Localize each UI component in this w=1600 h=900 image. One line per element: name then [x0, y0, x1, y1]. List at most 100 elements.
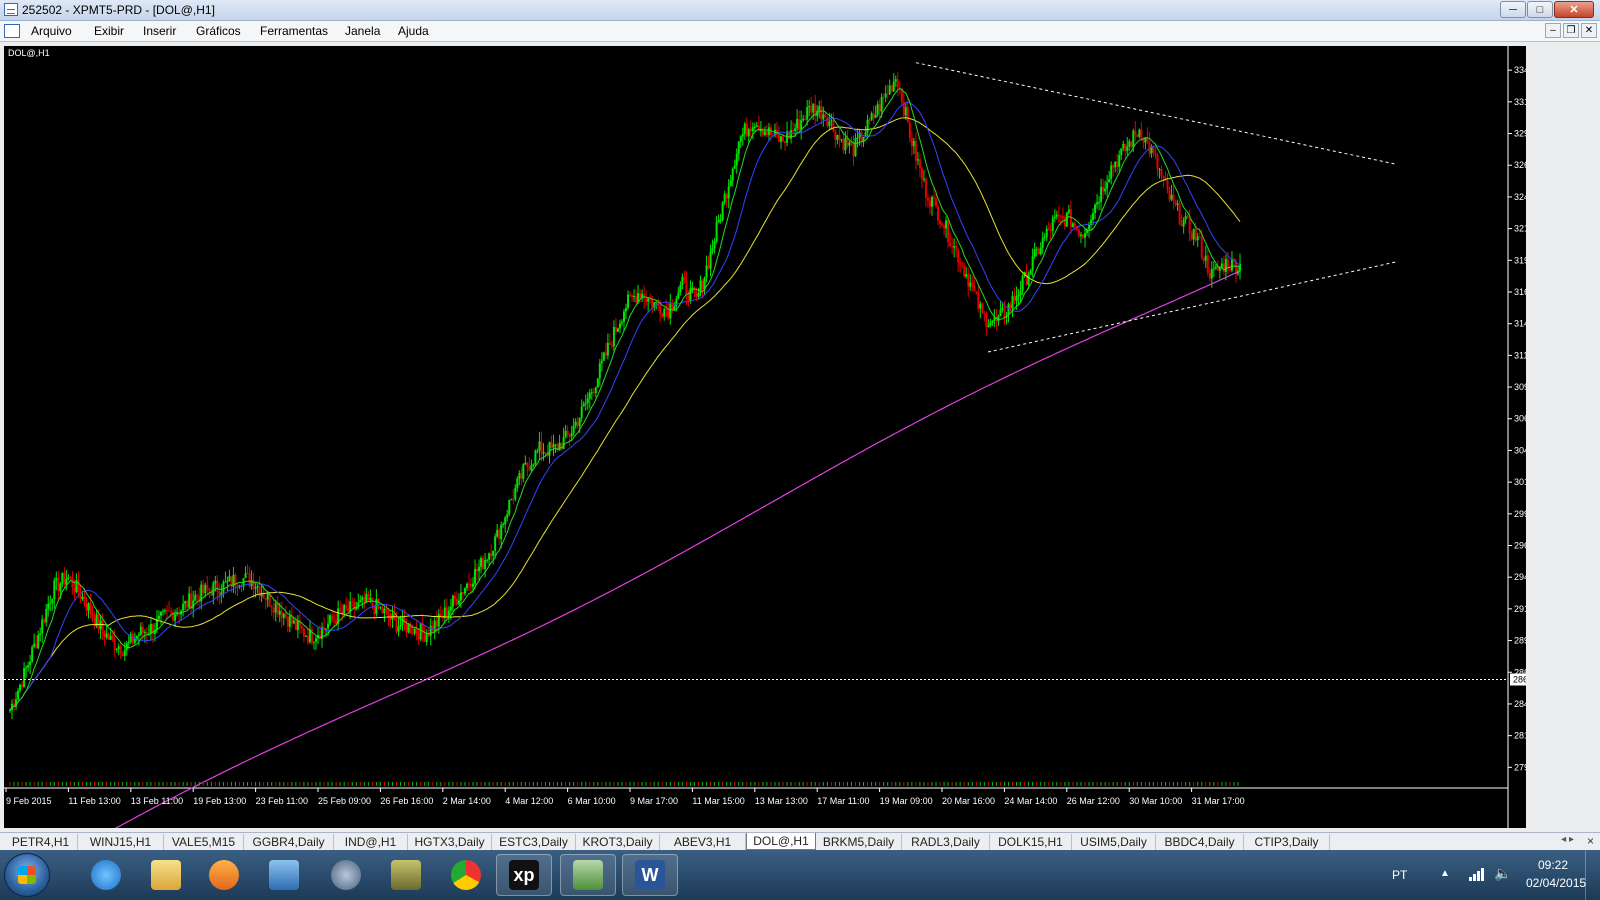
language-indicator[interactable]: PT — [1392, 868, 1407, 882]
candle-body — [445, 607, 448, 617]
candle-body — [751, 127, 754, 132]
mdi-restore-button[interactable]: ❐ — [1563, 23, 1579, 38]
chart-area[interactable]: 3344.106 3319.134 3294.162 3269.190 3244.218… — [4, 46, 1526, 828]
candle-body — [868, 119, 871, 121]
candle-body — [1168, 189, 1171, 200]
candle-body — [113, 638, 116, 650]
candle-body — [419, 623, 422, 640]
internet-explorer-icon[interactable] — [78, 854, 134, 896]
candle-body — [790, 129, 793, 139]
menu-janela[interactable]: Janela — [345, 24, 380, 38]
candle-body — [808, 105, 811, 108]
candle-body — [669, 303, 672, 319]
tab-item[interactable]: IND@,H1 — [334, 834, 408, 850]
candle-body — [1067, 209, 1070, 213]
tab-item[interactable]: PETR4,H1 — [4, 834, 78, 850]
tab-item[interactable]: BRKM5,Daily — [816, 834, 902, 850]
tab-item[interactable]: WINJ15,H1 — [78, 834, 164, 850]
candle-body — [433, 620, 436, 632]
candle-body — [999, 309, 1002, 316]
candle-body — [280, 610, 283, 618]
candle-body — [1051, 218, 1054, 231]
maximize-button[interactable]: □ — [1527, 1, 1553, 18]
candle-body — [943, 225, 946, 229]
candle-body — [1041, 237, 1044, 248]
hp-icon[interactable] — [318, 854, 374, 896]
title-bar[interactable]: 252502 - XPMT5-PRD - [DOL@,H1] ─ □ ✕ — [0, 0, 1600, 21]
candle-body — [341, 611, 344, 614]
candle-body — [453, 595, 456, 599]
menu-graficos[interactable]: Gráficos — [196, 24, 241, 38]
candle-body — [804, 118, 807, 120]
tab-item[interactable]: DOL@,H1 — [746, 833, 816, 850]
media-player-icon[interactable] — [196, 854, 252, 896]
candle-body — [73, 587, 76, 593]
candle-body — [800, 120, 803, 130]
tab-item[interactable]: DOLK15,H1 — [990, 834, 1072, 850]
metatrader-icon[interactable] — [560, 854, 616, 896]
network-signal-icon[interactable] — [1468, 867, 1486, 881]
menu-inserir[interactable]: Inserir — [143, 24, 176, 38]
candle-body — [824, 114, 827, 118]
candle-body — [802, 118, 805, 121]
symbol-label: DOL@,H1 — [8, 48, 50, 58]
clock-time[interactable]: 09:22 — [1538, 858, 1568, 872]
candle-body — [572, 425, 575, 434]
minimize-button[interactable]: ─ — [1500, 1, 1526, 18]
candle-body — [194, 594, 197, 601]
tab-item[interactable]: KROT3,Daily — [576, 834, 660, 850]
candle-body — [91, 614, 94, 618]
candle-body — [1176, 203, 1179, 205]
menu-exibir[interactable]: Exibir — [94, 24, 124, 38]
candle-body — [1142, 139, 1145, 143]
menu-ajuda[interactable]: Ajuda — [398, 24, 429, 38]
candle-body — [1152, 147, 1155, 153]
tab-item[interactable]: USIM5,Daily — [1072, 834, 1156, 850]
mdi-minimize-button[interactable]: – — [1545, 23, 1561, 38]
menu-arquivo[interactable]: Arquivo — [31, 24, 72, 38]
candle-body — [121, 653, 124, 656]
menu-ferramentas[interactable]: Ferramentas — [260, 24, 328, 38]
tab-item[interactable]: HGTX3,Daily — [408, 834, 492, 850]
file-explorer-icon[interactable] — [138, 854, 194, 896]
candle-body — [282, 613, 285, 618]
tab-item[interactable]: GGBR4,Daily — [244, 834, 334, 850]
chrome-icon[interactable] — [438, 854, 494, 896]
candle-body — [711, 248, 714, 252]
xp-app-icon[interactable]: xp — [496, 854, 552, 896]
tab-item[interactable]: BBDC4,Daily — [1156, 834, 1244, 850]
word-icon[interactable]: W — [622, 854, 678, 896]
tab-scroll-arrows[interactable]: ◂ ▸ — [1561, 834, 1574, 845]
ma-fast-line — [9, 88, 1240, 711]
show-desktop-button[interactable] — [1585, 850, 1600, 900]
mdi-close-button[interactable]: ✕ — [1581, 23, 1597, 38]
candle-body — [876, 104, 879, 115]
candle-body — [157, 615, 160, 620]
chart-window-icon[interactable] — [4, 24, 20, 38]
candle-body — [53, 580, 56, 600]
price-tick-label: 3119.358 — [1514, 350, 1526, 360]
candle-body — [604, 352, 607, 356]
network-app-icon[interactable] — [256, 854, 312, 896]
archive-icon[interactable] — [378, 854, 434, 896]
show-hidden-icons-icon[interactable]: ▲ — [1440, 868, 1450, 879]
tab-item[interactable]: RADL3,Daily — [902, 834, 990, 850]
start-button[interactable] — [4, 853, 50, 897]
close-button[interactable]: ✕ — [1554, 1, 1594, 18]
candle-body — [81, 596, 84, 600]
candle-body — [677, 292, 680, 299]
tab-item[interactable]: ESTC3,Daily — [492, 834, 576, 850]
candle-body — [85, 603, 88, 611]
candle-body — [709, 251, 712, 269]
candle-body — [566, 430, 569, 436]
clock-date[interactable]: 02/04/2015 — [1526, 876, 1586, 890]
volume-icon[interactable]: 🔈 — [1494, 865, 1511, 882]
tab-item[interactable]: CTIP3,Daily — [1244, 834, 1330, 850]
candle-body — [262, 593, 265, 599]
candle-body — [538, 441, 541, 451]
price-chart[interactable]: 3344.106 3319.134 3294.162 3269.190 3244.218… — [4, 46, 1526, 828]
tab-close-icon[interactable]: × — [1587, 834, 1594, 848]
tab-item[interactable]: ABEV3,H1 — [660, 834, 746, 850]
candle-body — [586, 398, 589, 404]
tab-item[interactable]: VALE5,M15 — [164, 834, 244, 850]
